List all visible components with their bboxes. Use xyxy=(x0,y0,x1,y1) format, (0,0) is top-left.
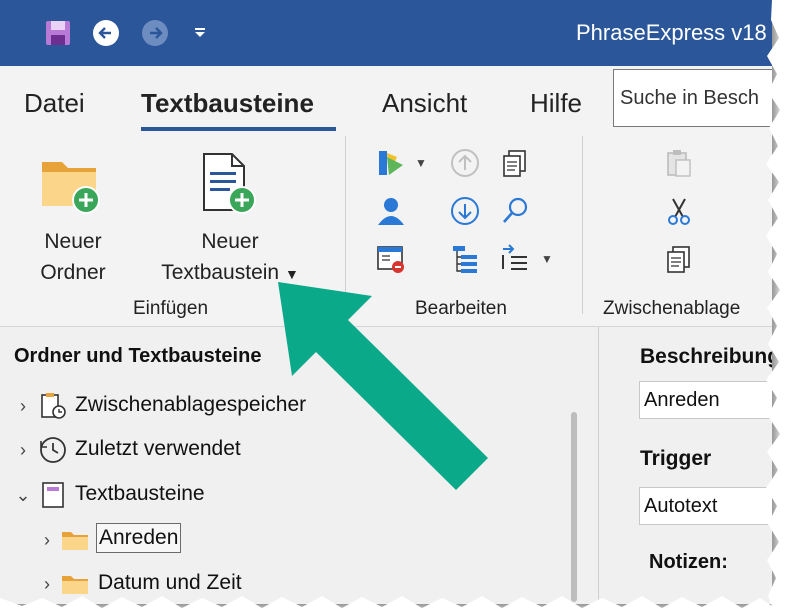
trigger-field[interactable]: Autotext xyxy=(639,487,772,525)
tree-item-textbausteine[interactable]: ⌄ Textbausteine xyxy=(0,476,560,516)
clipboard-clock-icon xyxy=(41,393,66,419)
chevron-right-icon[interactable]: › xyxy=(14,440,32,461)
folder-tree-panel: Ordner und Textbausteine › Zwischenablag… xyxy=(0,327,598,604)
new-phrase-label-line1: Neuer xyxy=(201,230,259,253)
panel-title: Ordner und Textbausteine xyxy=(14,345,262,367)
description-label: Beschreibung xyxy=(640,345,772,368)
new-phrase-label-line2: Textbaustein xyxy=(161,261,280,284)
details-panel: Beschreibung Anreden Trigger Autotext No… xyxy=(599,327,772,604)
cut-icon[interactable] xyxy=(662,194,696,228)
group-divider xyxy=(582,136,583,314)
group-label-zwischenablage: Zwischenablage xyxy=(603,298,741,319)
tab-datei[interactable]: Datei xyxy=(24,88,85,119)
active-tab-indicator xyxy=(141,127,336,131)
window-delete-icon[interactable] xyxy=(374,242,408,276)
group-label-bearbeiten: Bearbeiten xyxy=(415,298,507,319)
dropdown-triangle-icon[interactable] xyxy=(184,17,216,49)
new-phrase-icon xyxy=(203,153,256,214)
notes-field[interactable] xyxy=(639,559,772,604)
search-placeholder: Suche in Besch xyxy=(620,87,759,109)
search-input[interactable]: Suche in Besch xyxy=(613,69,772,127)
color-palette-icon[interactable] xyxy=(374,146,408,180)
tree-item-zuletzt-verwendet[interactable]: › Zuletzt verwendet xyxy=(0,431,560,471)
tree-item-label: Zuletzt verwendet xyxy=(75,437,241,460)
group-divider xyxy=(345,136,346,314)
new-folder-icon xyxy=(42,162,100,214)
description-value: Anreden xyxy=(644,389,720,411)
new-folder-label-line1: Neuer xyxy=(44,230,102,253)
chevron-down-icon[interactable]: ▼ xyxy=(536,242,558,276)
tree-structure-icon[interactable] xyxy=(448,242,482,276)
paste-icon[interactable] xyxy=(662,146,696,180)
tree-item-label: Zwischenablagespeicher xyxy=(75,393,307,416)
phrase-book-icon xyxy=(42,482,64,508)
new-folder-button[interactable]: Neuer Ordner xyxy=(28,150,122,290)
chevron-right-icon[interactable]: › xyxy=(38,574,56,595)
tree-item-label: Datum und Zeit xyxy=(98,571,242,594)
history-icon xyxy=(40,437,66,463)
group-label-einfuegen: Einfügen xyxy=(133,298,209,319)
chevron-right-icon[interactable]: › xyxy=(14,396,32,417)
trigger-label: Trigger xyxy=(640,447,712,470)
app-window: PhraseExpress v18 Datei Textbausteine An… xyxy=(0,0,772,604)
tree-item-datum-und-zeit[interactable]: › Datum und Zeit xyxy=(0,565,560,604)
folder-icon xyxy=(62,532,88,550)
tree-item-label: Textbausteine xyxy=(75,482,205,505)
chevron-down-icon[interactable]: ⌄ xyxy=(14,485,32,506)
back-arrow-icon[interactable] xyxy=(90,17,122,49)
copy-icon[interactable] xyxy=(498,146,532,180)
folder-icon xyxy=(62,576,88,594)
new-phrase-button[interactable]: Neuer Textbaustein ▼ xyxy=(150,150,310,290)
tree-item-anreden[interactable]: › Anreden xyxy=(0,521,560,561)
indent-list-icon[interactable] xyxy=(498,242,532,276)
copy-icon[interactable] xyxy=(662,242,696,276)
chevron-down-icon: ▼ xyxy=(284,266,299,282)
title-bar: PhraseExpress v18 xyxy=(0,0,772,66)
move-up-icon[interactable] xyxy=(448,146,482,180)
scrollbar-thumb[interactable] xyxy=(571,412,577,602)
chevron-down-icon[interactable]: ▼ xyxy=(410,146,432,180)
ribbon: Neuer Ordner Neuer Textbaustein ▼ Einfüg… xyxy=(0,136,772,327)
trigger-value: Autotext xyxy=(644,495,718,517)
search-icon[interactable] xyxy=(498,194,532,228)
window-title: PhraseExpress v18 xyxy=(576,20,767,45)
forward-arrow-icon[interactable] xyxy=(139,17,171,49)
description-field[interactable]: Anreden xyxy=(639,381,772,419)
tab-hilfe[interactable]: Hilfe xyxy=(530,88,582,119)
chevron-right-icon[interactable]: › xyxy=(38,530,56,551)
tree-item-label: Anreden xyxy=(96,523,182,553)
new-folder-label-line2: Ordner xyxy=(40,261,106,284)
tree-scrollbar[interactable] xyxy=(566,412,580,604)
tree-item-zwischenablagespeicher[interactable]: › Zwischenablagespeicher xyxy=(0,387,560,427)
save-icon[interactable] xyxy=(42,17,74,49)
move-down-icon[interactable] xyxy=(448,194,482,228)
tab-textbausteine[interactable]: Textbausteine xyxy=(141,88,314,119)
user-icon[interactable] xyxy=(374,194,408,228)
tab-ansicht[interactable]: Ansicht xyxy=(382,88,467,119)
